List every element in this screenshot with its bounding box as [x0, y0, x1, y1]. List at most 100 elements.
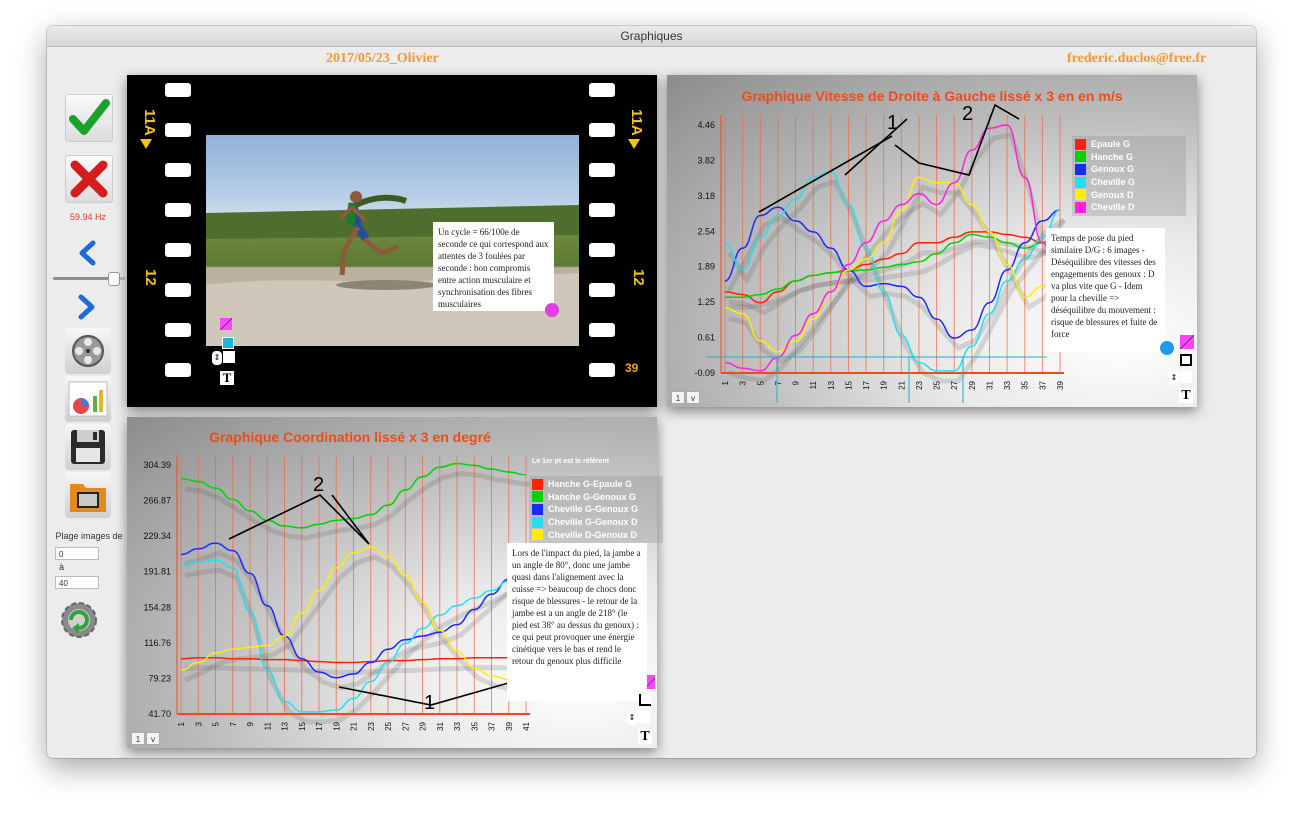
x-tick-label: 19 — [880, 380, 889, 389]
range-from-input[interactable]: 0 — [55, 547, 99, 560]
x-tick-label: 13 — [281, 721, 290, 730]
speed-chart-panel: Graphique Vitesse de Droite à Gauche lis… — [667, 75, 1197, 407]
x-tick-label: 29 — [968, 380, 977, 389]
film-sprocket-hole — [165, 83, 191, 97]
graphiques-window: Graphiques 2017/05/23_Olivier frederic.d… — [47, 26, 1256, 758]
refresh-button[interactable] — [57, 598, 101, 647]
x-tick-label: 15 — [298, 721, 307, 730]
video-stepper[interactable]: ⇕ — [212, 351, 222, 365]
legend-swatch — [532, 516, 543, 528]
x-tick-label: 21 — [350, 721, 359, 730]
x-tick-label: 3 — [194, 721, 203, 726]
y-tick-label: 304.39 — [143, 460, 171, 470]
x-tick-label: 33 — [453, 721, 462, 730]
slider-thumb[interactable] — [107, 272, 120, 286]
coord-note: Lors de l'impact du pied, la jambe a un … — [507, 543, 647, 701]
x-tick-label: 35 — [470, 721, 479, 730]
video-line-style-icon[interactable] — [223, 351, 235, 363]
speed-color-swatch[interactable] — [1180, 335, 1194, 349]
x-tick-label: 21 — [897, 380, 906, 389]
coord-line-icon[interactable] — [639, 694, 651, 706]
coord-view-button-v[interactable]: v — [146, 732, 160, 745]
coord-legend: Hanche G-Epaule G Hanche G-Genoux G Chevil… — [529, 476, 663, 543]
speed-legend: Epaule G Hanche G Genoux G Cheville G Genoux… — [1072, 136, 1186, 216]
open-folder-button[interactable] — [65, 472, 111, 518]
legend-label: Genoux D — [1091, 189, 1134, 200]
frame-slider[interactable] — [53, 272, 125, 286]
film-number-left: 12 — [142, 269, 159, 286]
x-tick-label: 23 — [915, 380, 924, 389]
film-sprocket-hole — [589, 283, 615, 297]
frame-number: 39 — [625, 361, 639, 375]
range-to-input[interactable]: 40 — [55, 576, 99, 589]
series-shadow — [184, 567, 532, 725]
range-to-label: à — [59, 562, 65, 572]
legend-item: Cheville G-Genoux D — [532, 516, 660, 529]
x-tick-label: 37 — [1038, 380, 1047, 389]
y-tick-label: -0.09 — [694, 368, 715, 378]
film-arrow-right-icon — [628, 139, 640, 149]
film-sprocket-hole — [165, 203, 191, 217]
chevron-left-icon — [79, 240, 96, 266]
y-tick-label: 116.76 — [144, 638, 171, 648]
speed-stop-icon[interactable] — [1180, 354, 1192, 366]
legend-item: Genoux G — [1075, 163, 1183, 176]
chart-title: Graphique Coordination lissé x 3 en degr… — [209, 429, 491, 445]
annotation-label: 1 — [424, 692, 435, 714]
cross-icon — [70, 160, 108, 198]
floppy-disk-icon — [71, 430, 105, 464]
frequency-label: 59.94 Hz — [69, 212, 107, 222]
speed-text-tool[interactable]: T — [1179, 388, 1193, 403]
cancel-button[interactable] — [65, 155, 113, 203]
speed-line-style-icon[interactable] — [1180, 371, 1192, 383]
legend-item: Cheville G-Genoux G — [532, 503, 660, 516]
video-button[interactable] — [65, 328, 111, 374]
speed-note: Temps de pose du pied similaire D/G : 6 … — [1046, 228, 1165, 352]
coord-color-swatch[interactable] — [647, 675, 655, 689]
x-tick-label: 31 — [436, 721, 445, 730]
author-email: frederic.duclos@free.fr — [1067, 51, 1207, 66]
annotation-line — [331, 494, 370, 545]
y-tick-label: 41.70 — [148, 709, 171, 719]
video-color-swatch[interactable] — [220, 318, 232, 330]
speed-marker-handle[interactable] — [1160, 341, 1174, 355]
save-button[interactable] — [65, 424, 111, 470]
y-tick-label: 1.89 — [697, 262, 715, 272]
x-tick-label: 7 — [229, 721, 238, 726]
legend-item: Hanche G-Genoux G — [532, 491, 660, 504]
coord-line-style-icon[interactable] — [638, 711, 650, 723]
chart-title: Graphique Vitesse de Droite à Gauche lis… — [741, 88, 1122, 104]
x-tick-label: 17 — [315, 721, 324, 730]
coord-text-tool[interactable]: T — [638, 729, 652, 744]
previous-button[interactable] — [75, 240, 99, 271]
legend-label: Cheville D-Genoux D — [548, 529, 638, 540]
film-sprocket-hole — [165, 123, 191, 137]
speed-view-button-v[interactable]: v — [686, 391, 700, 404]
y-tick-label: 266.87 — [143, 496, 171, 506]
coord-view-button-1[interactable]: 1 — [131, 732, 145, 745]
speed-view-button-1[interactable]: 1 — [671, 391, 685, 404]
next-button[interactable] — [75, 294, 99, 325]
film-sprocket-hole — [589, 203, 615, 217]
validate-button[interactable] — [65, 94, 113, 142]
speed-stepper[interactable]: ⇕ — [1169, 371, 1179, 385]
legend-swatch — [532, 491, 543, 503]
coord-legend-header: Le 1er pt est le référent — [532, 458, 610, 465]
annotation-label: 2 — [313, 474, 324, 496]
legend-swatch — [1075, 189, 1086, 201]
film-arrow-left-icon — [140, 139, 152, 149]
film-sprocket-hole — [165, 243, 191, 257]
video-text-tool[interactable]: T — [220, 371, 234, 385]
legend-swatch — [1075, 163, 1086, 175]
x-tick-label: 41 — [522, 721, 531, 730]
video-marker-handle[interactable] — [545, 303, 559, 317]
charts-button[interactable] — [65, 376, 111, 422]
legend-item: Genoux D — [1075, 188, 1183, 201]
film-sprocket-hole — [589, 363, 615, 377]
video-line-color[interactable] — [222, 337, 234, 349]
coord-stepper[interactable]: ⇕ — [627, 711, 637, 725]
x-tick-label: 7 — [774, 380, 783, 385]
film-sprocket-hole — [589, 83, 615, 97]
legend-swatch — [1075, 201, 1086, 213]
x-tick-label: 11 — [263, 721, 272, 730]
